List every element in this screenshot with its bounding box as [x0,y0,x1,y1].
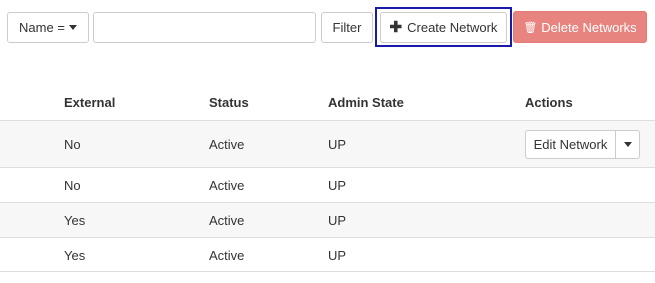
trash-icon: 🗑 [523,21,538,34]
cell-admin-state: UP [328,137,347,152]
filter-input[interactable] [93,12,316,43]
cell-external: Yes [64,213,86,228]
table-row: No Active UP Edit Network [0,120,655,167]
cell-external: Yes [64,248,86,263]
column-header-actions: Actions [525,95,573,110]
table-row: Yes Active UP [0,237,655,272]
cell-status: Active [209,213,245,228]
create-network-button[interactable]: ✚ Create Network [380,12,507,43]
row-actions-dropdown-toggle[interactable] [616,130,640,159]
cell-status: Active [209,248,245,263]
filter-field-select[interactable]: Name = [7,12,89,43]
row-actions: Edit Network [525,130,640,159]
column-header-admin-state: Admin State [328,95,404,110]
table-row: No Active UP [0,167,655,202]
create-network-focus-outline: ✚ Create Network [375,7,512,47]
delete-networks-label: Delete Networks [541,19,637,35]
caret-down-icon [623,142,632,147]
edit-network-button[interactable]: Edit Network [525,130,616,159]
column-header-external: External [64,95,116,110]
column-header-status: Status [209,95,249,110]
cell-status: Active [209,137,245,152]
caret-down-icon [68,25,77,30]
cell-admin-state: UP [328,178,347,193]
cell-external: No [64,137,81,152]
create-network-label: Create Network [407,20,498,35]
cell-admin-state: UP [328,213,347,228]
delete-networks-button[interactable]: 🗑 Delete Networks [513,11,647,43]
table-row: Yes Active UP [0,202,655,237]
plus-icon: ✚ [389,19,403,36]
cell-status: Active [209,178,245,193]
cell-admin-state: UP [328,248,347,263]
cell-external: No [64,178,81,193]
filter-button[interactable]: Filter [321,12,373,43]
filter-field-label: Name = [19,20,65,35]
